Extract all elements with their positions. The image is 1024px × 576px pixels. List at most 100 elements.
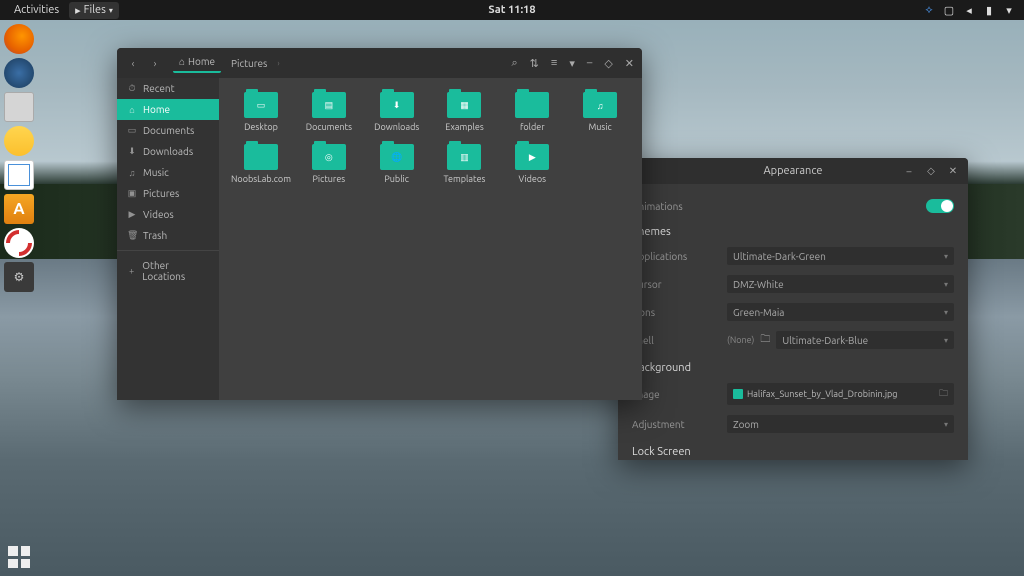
folder-label: Music bbox=[588, 122, 611, 132]
bg-image-picker[interactable]: Halifax_Sunset_by_Vlad_Drobinin.jpg🗀 bbox=[727, 383, 954, 405]
animations-toggle[interactable] bbox=[926, 199, 954, 213]
folder-label: Examples bbox=[445, 122, 484, 132]
sidebar-icon: ▭ bbox=[127, 125, 137, 136]
sidebar-item-videos[interactable]: ▶Videos bbox=[117, 204, 219, 225]
ap-headerbar: Appearance – ◇ ✕ bbox=[618, 158, 968, 184]
folder-pictures[interactable]: ◎Pictures bbox=[297, 142, 361, 186]
folder-icon: ▶ bbox=[515, 144, 549, 170]
sidebar-icon: ⏱ bbox=[127, 83, 137, 94]
app-menu-files[interactable]: ▸ Files ▾ bbox=[69, 2, 119, 19]
bg-image-value: Halifax_Sunset_by_Vlad_Drobinin.jpg bbox=[747, 389, 897, 399]
dock-firefox[interactable] bbox=[4, 24, 34, 54]
sidebar-item-pictures[interactable]: ▣Pictures bbox=[117, 183, 219, 204]
ap-title: Appearance bbox=[764, 165, 823, 177]
chevron-down-icon: ▾ bbox=[944, 252, 948, 261]
ap-minimize-button[interactable]: – bbox=[902, 164, 916, 178]
view-controls-button[interactable]: ⇅ bbox=[530, 57, 539, 70]
folder-label: Templates bbox=[443, 174, 485, 184]
dock-files[interactable] bbox=[4, 92, 34, 122]
dock-rhythmbox[interactable] bbox=[4, 126, 34, 156]
path-home-label: Home bbox=[188, 56, 215, 67]
sidebar-item-other-locations[interactable]: +Other Locations bbox=[117, 255, 219, 287]
view-list-button[interactable]: ≡ bbox=[551, 57, 557, 70]
icons-combo[interactable]: Green-Maia▾ bbox=[727, 303, 954, 321]
dock-libreoffice-writer[interactable] bbox=[4, 160, 34, 190]
applications-value: Ultimate-Dark-Green bbox=[733, 251, 826, 262]
ap-close-button[interactable]: ✕ bbox=[946, 164, 960, 178]
chevron-down-icon: ▾ bbox=[944, 420, 948, 429]
chevron-down-icon: ▾ bbox=[109, 6, 113, 15]
folder-label: Public bbox=[384, 174, 409, 184]
applications-label: Applications bbox=[632, 251, 727, 262]
dock: A ⚙ bbox=[4, 24, 38, 292]
lock-section-label: Lock Screen bbox=[632, 446, 954, 458]
folder-documents[interactable]: ▤Documents bbox=[297, 90, 361, 134]
bluetooth-icon[interactable]: ⟡ bbox=[922, 3, 936, 17]
sidebar-icon: ⌂ bbox=[127, 105, 137, 115]
sidebar-label: Pictures bbox=[143, 188, 179, 199]
appearance-window: Appearance – ◇ ✕ Animations Themes Appli… bbox=[618, 158, 968, 460]
activities-button[interactable]: Activities bbox=[8, 2, 65, 18]
shell-combo[interactable]: Ultimate-Dark-Blue▾ bbox=[776, 331, 954, 349]
folder-icon: ⬇ bbox=[380, 92, 414, 118]
network-icon[interactable]: ▢ bbox=[942, 3, 956, 17]
folder-examples[interactable]: ▦Examples bbox=[433, 90, 497, 134]
dock-software[interactable]: A bbox=[4, 194, 34, 224]
chevron-down-icon: ▾ bbox=[944, 336, 948, 345]
folder-videos[interactable]: ▶Videos bbox=[500, 142, 564, 186]
bg-adjust-combo[interactable]: Zoom ▾ bbox=[727, 415, 954, 433]
dock-help[interactable] bbox=[4, 228, 34, 258]
cursor-combo[interactable]: DMZ-White▾ bbox=[727, 275, 954, 293]
nav-forward-button[interactable]: › bbox=[147, 55, 163, 71]
window-minimize-button[interactable]: – bbox=[587, 57, 592, 70]
folder-label: folder bbox=[520, 122, 545, 132]
view-menu-button[interactable]: ▾ bbox=[569, 57, 575, 70]
sidebar-item-recent[interactable]: ⏱Recent bbox=[117, 78, 219, 99]
folder-folder[interactable]: folder bbox=[500, 90, 564, 134]
applications-combo[interactable]: Ultimate-Dark-Green ▾ bbox=[727, 247, 954, 265]
folder-templates[interactable]: ▥Templates bbox=[433, 142, 497, 186]
folder-noobslab-com[interactable]: NoobsLab.com bbox=[229, 142, 293, 186]
sidebar-item-home[interactable]: ⌂ Home bbox=[117, 99, 219, 120]
ap-maximize-button[interactable]: ◇ bbox=[924, 164, 938, 178]
top-bar: Activities ▸ Files ▾ Sat 11:18 ⟡ ▢ ◂ ▮ ▾ bbox=[0, 0, 1024, 20]
animations-label: Animations bbox=[632, 201, 727, 212]
clock[interactable]: Sat 11:18 bbox=[488, 4, 535, 16]
folder-label: NoobsLab.com bbox=[231, 174, 291, 184]
volume-icon[interactable]: ◂ bbox=[962, 3, 976, 17]
dock-thunderbird[interactable] bbox=[4, 58, 34, 88]
folder-icon: ◎ bbox=[312, 144, 346, 170]
fm-main-view[interactable]: ▭Desktop▤Documents⬇Downloads▦Examples fol… bbox=[219, 78, 642, 400]
folder-open-icon[interactable]: 🗀 bbox=[760, 332, 770, 349]
show-applications[interactable] bbox=[8, 546, 30, 568]
sidebar-item-trash[interactable]: 🗑Trash bbox=[117, 225, 219, 246]
folder-downloads[interactable]: ⬇Downloads bbox=[365, 90, 429, 134]
folder-icon bbox=[244, 144, 278, 170]
files-icon: ▸ bbox=[75, 4, 81, 17]
folder-music[interactable]: ♫Music bbox=[568, 90, 632, 134]
dock-tweaks[interactable]: ⚙ bbox=[4, 262, 34, 292]
window-maximize-button[interactable]: ◇ bbox=[604, 57, 612, 70]
path-pictures[interactable]: Pictures bbox=[225, 55, 273, 72]
folder-desktop[interactable]: ▭Desktop bbox=[229, 90, 293, 134]
power-icon[interactable]: ▾ bbox=[1002, 3, 1016, 17]
sidebar-item-music[interactable]: ♫ Music bbox=[117, 162, 219, 183]
sidebar-icon: ▶ bbox=[127, 209, 137, 220]
icons-value: Green-Maia bbox=[733, 307, 784, 318]
folder-public[interactable]: 🌐Public bbox=[365, 142, 429, 186]
folder-label: Documents bbox=[306, 122, 352, 132]
sidebar-item-documents[interactable]: ▭Documents bbox=[117, 120, 219, 141]
bg-image-label: Image bbox=[632, 389, 727, 400]
window-close-button[interactable]: ✕ bbox=[625, 57, 634, 70]
battery-icon[interactable]: ▮ bbox=[982, 3, 996, 17]
file-manager-window: ‹ › ⌂Home Pictures › ⌕ ⇅ ≡ ▾ – ◇ ✕ ⏱Rece… bbox=[117, 48, 642, 400]
sidebar-label: Home bbox=[143, 104, 170, 115]
sidebar-icon: ♫ bbox=[127, 168, 137, 178]
sidebar-label: Music bbox=[143, 167, 169, 178]
bg-adjust-value: Zoom bbox=[733, 419, 759, 430]
nav-back-button[interactable]: ‹ bbox=[125, 55, 141, 71]
search-button[interactable]: ⌕ bbox=[512, 57, 518, 70]
app-menu-label: Files bbox=[84, 4, 106, 16]
sidebar-item-downloads[interactable]: ⬇Downloads bbox=[117, 141, 219, 162]
path-home[interactable]: ⌂Home bbox=[173, 53, 221, 73]
